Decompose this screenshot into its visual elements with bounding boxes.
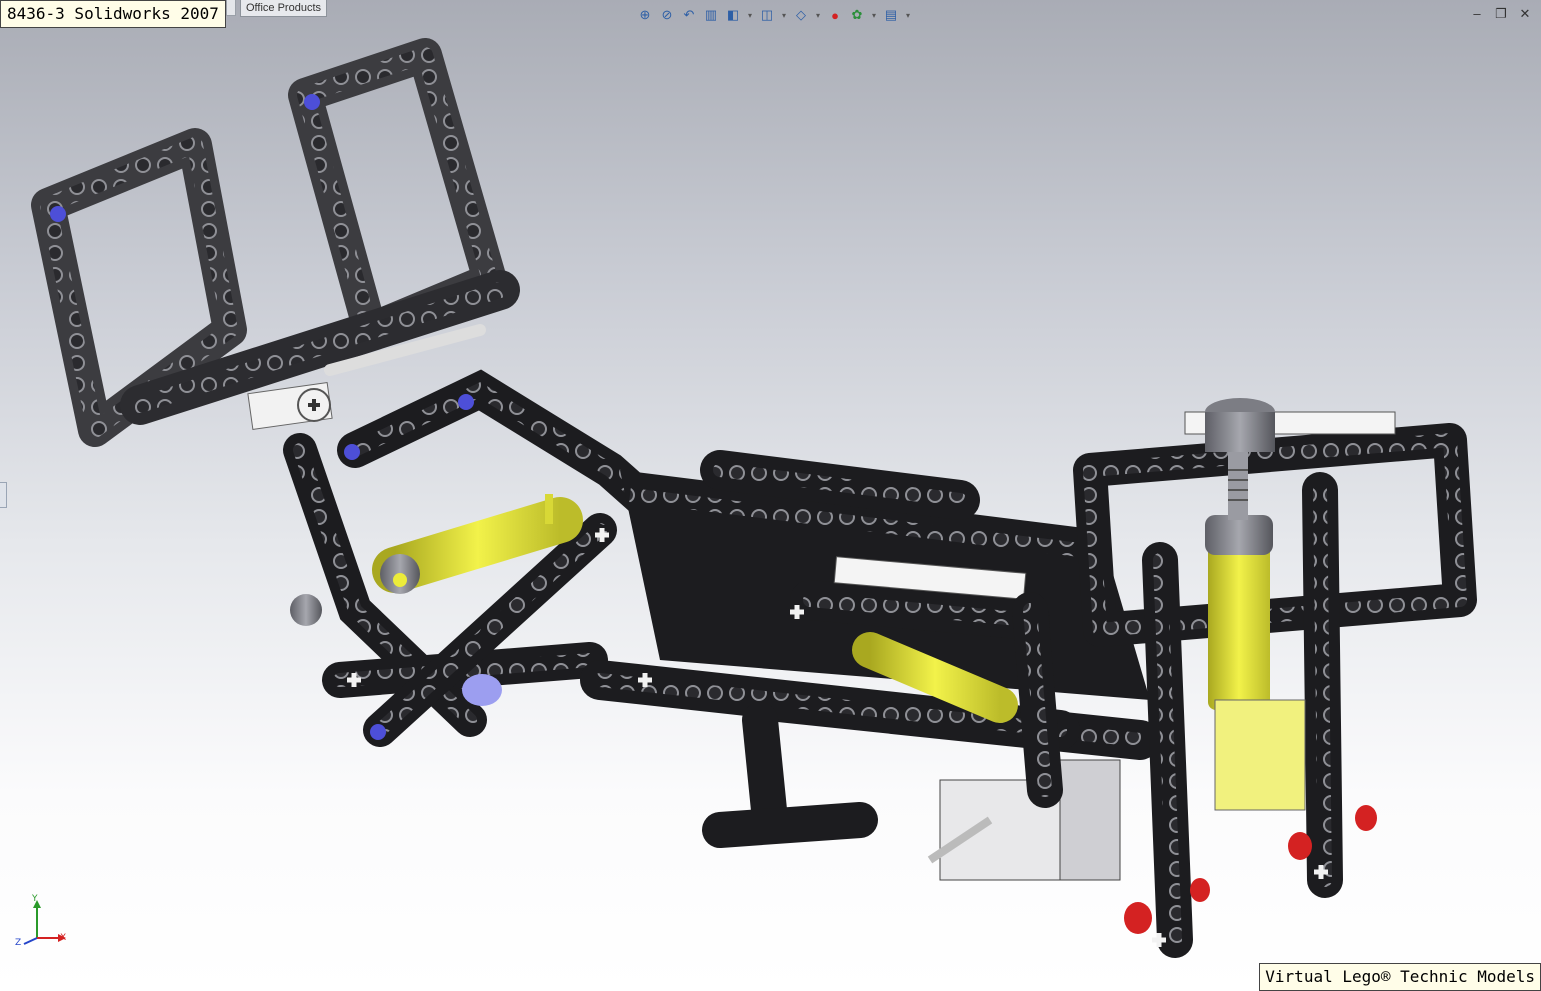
z-axis-label: Z: [15, 938, 22, 948]
chevron-down-icon[interactable]: ▾: [904, 6, 912, 24]
chevron-down-icon[interactable]: ▾: [746, 6, 754, 24]
tab-office-products[interactable]: Office Products: [240, 0, 327, 17]
edit-appearance-icon[interactable]: ●: [826, 6, 844, 24]
model-viewport[interactable]: [0, 0, 1541, 991]
y-axis-label: Y: [32, 894, 38, 904]
chevron-down-icon[interactable]: ▾: [870, 6, 878, 24]
feature-manager-toggle[interactable]: [0, 482, 7, 508]
reference-triad: Y X Z: [12, 894, 72, 956]
apply-scene-icon[interactable]: ✿: [848, 6, 866, 24]
chevron-down-icon[interactable]: ▾: [780, 6, 788, 24]
minimize-icon[interactable]: ‒: [1469, 6, 1485, 22]
hide-show-icon[interactable]: ◇: [792, 6, 810, 24]
tab-stub[interactable]: [226, 0, 236, 16]
view-orientation-icon[interactable]: ◧: [724, 6, 742, 24]
chevron-down-icon[interactable]: ▾: [814, 6, 822, 24]
view-settings-icon[interactable]: ▤: [882, 6, 900, 24]
footer-caption: Virtual Lego® Technic Models: [1259, 963, 1541, 991]
document-title: 8436-3 Solidworks 2007: [0, 0, 226, 28]
previous-view-icon[interactable]: ↶: [680, 6, 698, 24]
display-style-icon[interactable]: ◫: [758, 6, 776, 24]
restore-icon[interactable]: ❐: [1493, 6, 1509, 22]
close-icon[interactable]: ✕: [1517, 6, 1533, 22]
heads-up-view-toolbar: ⊕ ⊘ ↶ ▥ ◧ ▾ ◫ ▾ ◇ ▾ ● ✿ ▾ ▤ ▾: [636, 4, 912, 26]
zoom-area-icon[interactable]: ⊘: [658, 6, 676, 24]
zoom-to-fit-icon[interactable]: ⊕: [636, 6, 654, 24]
x-axis-label: X: [60, 933, 67, 943]
section-view-icon[interactable]: ▥: [702, 6, 720, 24]
window-controls: ‒ ❐ ✕: [1469, 6, 1533, 22]
